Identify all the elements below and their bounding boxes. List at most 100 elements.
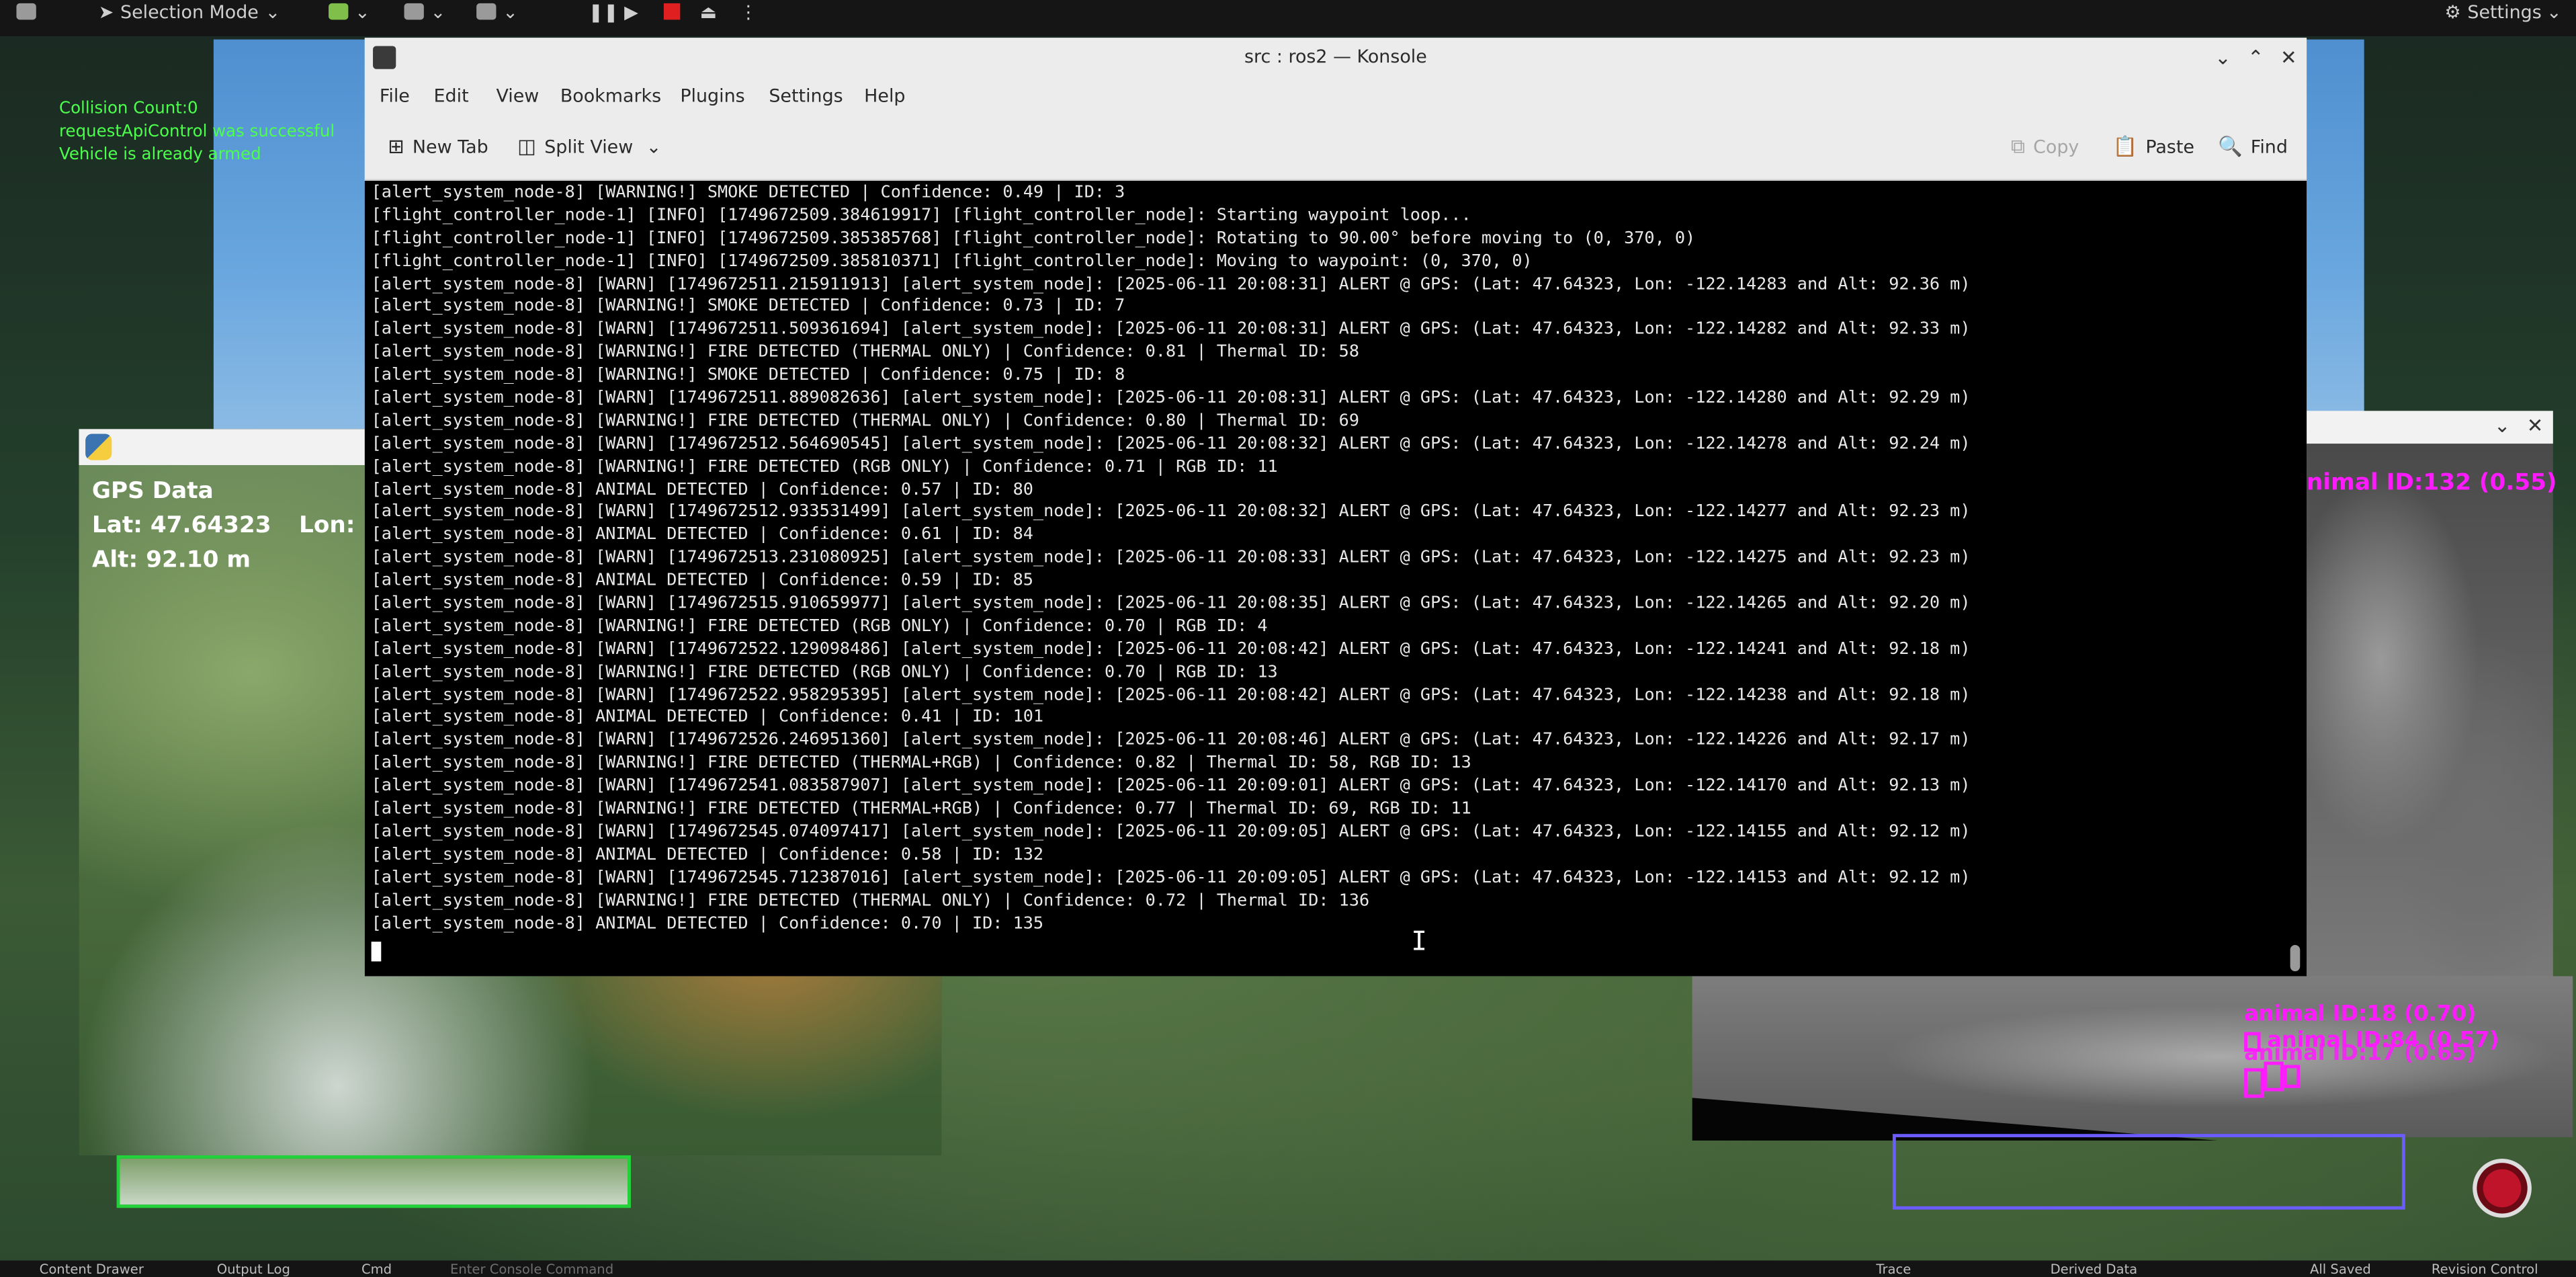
- terminal-line: [alert_system_node-8] [WARNING!] SMOKE D…: [371, 296, 1125, 317]
- add-actor-icon[interactable]: ⌄: [329, 0, 370, 23]
- output-log-button[interactable]: Output Log: [217, 1262, 290, 1277]
- all-saved-status[interactable]: All Saved: [2310, 1262, 2371, 1277]
- trace-button[interactable]: Trace: [1876, 1262, 1911, 1277]
- terminal-line: [alert_system_node-8] [WARN] [1749672541…: [371, 776, 1971, 796]
- terminal-line: [alert_system_node-8] [WARN] [1749672522…: [371, 684, 1971, 704]
- cinematics-icon[interactable]: ⌄: [476, 0, 518, 23]
- editor-toolbar: ➤ Selection Mode ⌄ ⌄ ⌄ ⌄ ❚❚ ▶ ⏏ ⋮ ⚙ Sett…: [0, 0, 2576, 36]
- paste-label: Paste: [2145, 135, 2194, 157]
- settings-button[interactable]: ⚙ Settings ⌄: [2444, 0, 2561, 23]
- terminal-line: [alert_system_node-8] [WARNING!] FIRE DE…: [371, 342, 1359, 362]
- terminal-line: [alert_system_node-8] [WARN] [1749672511…: [371, 319, 1971, 339]
- konsole-window[interactable]: src : ros2 — Konsole ⌄ ⌃ ✕ File Edit Vie…: [364, 38, 2307, 977]
- terminal-line: [alert_system_node-8] [WARNING!] FIRE DE…: [371, 456, 1278, 477]
- screen: ➤ Selection Mode ⌄ ⌄ ⌄ ⌄ ❚❚ ▶ ⏏ ⋮ ⚙ Sett…: [0, 0, 2576, 1277]
- terminal-line: [flight_controller_node-1] [INFO] [17496…: [371, 205, 1471, 225]
- thermal-detection-label: nimal ID:132 (0.55): [2307, 470, 2557, 497]
- close-icon[interactable]: ✕: [2527, 414, 2544, 437]
- cmd-dropdown[interactable]: Cmd: [361, 1262, 392, 1277]
- maximize-icon[interactable]: ⌃: [2247, 46, 2264, 69]
- chevron-down-icon: ⌄: [646, 135, 662, 157]
- terminal-line: [alert_system_node-8] [WARNING!] FIRE DE…: [371, 890, 1370, 910]
- thermal-detection-label: animal ID:18 (0.70): [2244, 1002, 2477, 1028]
- terminal-line: [alert_system_node-8] ANIMAL DETECTED | …: [371, 844, 1044, 864]
- gps-alt: Alt: 92.10 m: [91, 547, 251, 574]
- thermal-detection-box: [2244, 1068, 2264, 1098]
- more-options-icon[interactable]: ⋮: [739, 0, 757, 23]
- split-view-label: Split View: [544, 135, 634, 157]
- terminal-line: [alert_system_node-8] [WARNING!] FIRE DE…: [371, 753, 1471, 773]
- minimize-icon[interactable]: ⌄: [2215, 46, 2231, 69]
- thermal-window-titlebar[interactable]: ⌄ ✕: [2307, 411, 2553, 444]
- close-icon[interactable]: ✕: [2280, 46, 2297, 69]
- terminal-line: [flight_controller_node-1] [INFO] [17496…: [371, 251, 1533, 271]
- gear-icon: ⚙: [2444, 1, 2461, 23]
- terminal-line: [alert_system_node-8] ANIMAL DETECTED | …: [371, 524, 1033, 545]
- settings-label: Settings: [2467, 1, 2542, 23]
- selection-mode-label: Selection Mode: [120, 1, 259, 23]
- terminal-line: [alert_system_node-8] [WARN] [1749672526…: [371, 730, 1971, 750]
- derived-data-button[interactable]: Derived Data: [2051, 1262, 2138, 1277]
- terminal-line: [flight_controller_node-1] [INFO] [17496…: [371, 228, 1696, 248]
- chevron-down-icon: ⌄: [2546, 1, 2562, 23]
- api-control-text: requestApiControl was successful: [59, 123, 335, 142]
- stop-icon[interactable]: [663, 0, 681, 23]
- paste-button[interactable]: 📋 Paste: [2113, 135, 2194, 158]
- save-icon[interactable]: [16, 0, 42, 23]
- revision-control-button[interactable]: Revision Control: [2432, 1262, 2538, 1277]
- selection-mode-dropdown[interactable]: ➤ Selection Mode ⌄: [99, 0, 280, 23]
- gps-lon: Lon:: [299, 512, 355, 540]
- new-tab-button[interactable]: ⊞ New Tab: [388, 135, 488, 158]
- terminal-line: [alert_system_node-8] ANIMAL DETECTED | …: [371, 570, 1033, 591]
- menu-plugins[interactable]: Plugins: [680, 85, 744, 107]
- collision-count-text: Collision Count:0: [59, 100, 198, 119]
- split-view-icon: ◫: [517, 134, 536, 158]
- terminal-line: [alert_system_node-8] [WARN] [1749672513…: [371, 547, 1971, 568]
- find-label: Find: [2250, 135, 2288, 157]
- thermal-camera-view: [2307, 444, 2553, 987]
- terminal-line: [alert_system_node-8] [WARN] [1749672522…: [371, 638, 1971, 659]
- konsole-toolbar: ⊞ New Tab ◫ Split View ⌄ ⧉ Copy 📋 Paste …: [364, 113, 2307, 181]
- eject-icon[interactable]: ⏏: [700, 0, 717, 23]
- terminal-output[interactable]: [alert_system_node-8] [WARNING!] SMOKE D…: [364, 180, 2307, 977]
- menu-edit[interactable]: Edit: [434, 85, 469, 107]
- menu-file[interactable]: File: [380, 85, 410, 107]
- terminal-cursor: [371, 942, 382, 962]
- split-view-button[interactable]: ◫ Split View ⌄: [517, 135, 661, 158]
- console-command-input[interactable]: Enter Console Command: [450, 1262, 613, 1277]
- copy-label: Copy: [2033, 136, 2079, 158]
- menu-view[interactable]: View: [496, 85, 539, 107]
- content-drawer-button[interactable]: Content Drawer: [40, 1262, 144, 1277]
- chevron-down-icon: ⌄: [265, 1, 281, 23]
- terminal-line: [alert_system_node-8] ANIMAL DETECTED | …: [371, 479, 1033, 499]
- sim-status-overlay: Collision Count:0 requestApiControl was …: [59, 99, 335, 168]
- menu-settings[interactable]: Settings: [769, 85, 843, 107]
- terminal-line: [alert_system_node-8] [WARNING!] FIRE DE…: [371, 661, 1278, 682]
- chevron-down-icon[interactable]: ⌄: [2494, 414, 2511, 437]
- new-tab-label: New Tab: [412, 135, 488, 157]
- thermal-detection-box: [2264, 1061, 2284, 1091]
- scrollbar-thumb[interactable]: [2290, 944, 2301, 972]
- vehicle-armed-text: Vehicle is already armed: [59, 146, 261, 165]
- terminal-line: [alert_system_node-8] [WARN] [1749672515…: [371, 593, 1971, 614]
- find-button[interactable]: 🔍 Find: [2218, 135, 2288, 158]
- copy-icon: ⧉: [2010, 134, 2025, 158]
- thermal-detection-box: [2283, 1065, 2301, 1088]
- gps-lat: Lat: 47.64323: [91, 512, 271, 540]
- window-title: src : ros2 — Konsole: [1244, 46, 1427, 68]
- terminal-line: [alert_system_node-8] [WARNING!] FIRE DE…: [371, 616, 1268, 636]
- menu-help[interactable]: Help: [864, 85, 905, 107]
- konsole-titlebar[interactable]: src : ros2 — Konsole ⌄ ⌃ ✕: [364, 38, 2307, 77]
- terminal-line: [alert_system_node-8] ANIMAL DETECTED | …: [371, 913, 1044, 933]
- copy-button[interactable]: ⧉ Copy: [2011, 135, 2079, 160]
- terminal-line: [alert_system_node-8] [WARN] [1749672545…: [371, 867, 1971, 887]
- pause-icon[interactable]: ❚❚: [588, 0, 618, 23]
- menu-bookmarks[interactable]: Bookmarks: [560, 85, 661, 107]
- thermal-frame-box: [1892, 1134, 2405, 1210]
- record-button[interactable]: [2473, 1158, 2532, 1218]
- blueprint-icon[interactable]: ⌄: [404, 0, 445, 23]
- terminal-line: [alert_system_node-8] [WARN] [1749672545…: [371, 821, 1971, 841]
- terminal-line: [alert_system_node-8] [WARN] [1749672512…: [371, 434, 1971, 454]
- play-icon[interactable]: ▶: [624, 0, 638, 23]
- editor-status-bar: Content Drawer Output Log Cmd Enter Cons…: [0, 1260, 2576, 1277]
